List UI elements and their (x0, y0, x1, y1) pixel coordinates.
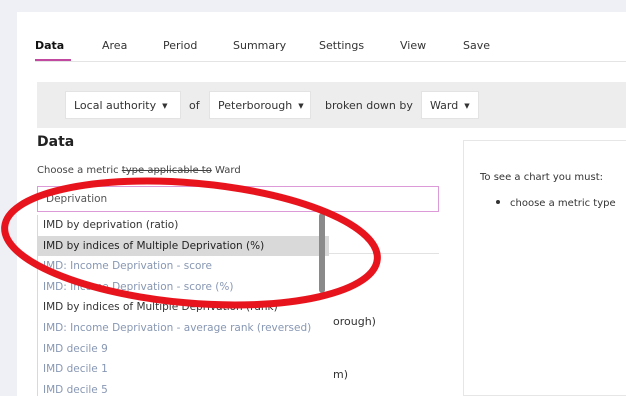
filter-bar: Local authority ▼ of Peterborough ▼ broken… (37, 82, 626, 128)
dropdown-scrollbar[interactable] (319, 213, 325, 293)
area-value: Peterborough (218, 99, 293, 112)
chevron-down-icon: ▼ (464, 102, 470, 110)
chart-requirement-label: choose a metric type (510, 198, 616, 209)
list-item[interactable]: IMD decile 5 (38, 380, 329, 396)
tab-data[interactable]: Data (35, 39, 64, 52)
obscured-text: orough) (333, 315, 376, 328)
broken-down-label: broken down by (325, 99, 413, 112)
breakdown-value: Ward (430, 99, 459, 112)
tab-view[interactable]: View (400, 39, 426, 52)
list-item[interactable]: IMD decile 9 (38, 339, 329, 360)
list-item[interactable]: IMD by indices of Multiple Deprivation (… (38, 235, 329, 257)
list-item[interactable]: IMD decile 1 (38, 359, 329, 380)
area-select[interactable]: Peterborough ▼ (209, 91, 311, 119)
list-item[interactable]: IMD: Income Deprivation - score (38, 256, 329, 277)
helper-text: Choose a metric type applicable to Ward (37, 165, 241, 176)
tab-period[interactable]: Period (163, 39, 197, 52)
tab-area[interactable]: Area (102, 39, 127, 52)
field-underline (325, 253, 439, 254)
tab-save[interactable]: Save (463, 39, 490, 52)
section-title: Data (37, 134, 75, 150)
tab-summary[interactable]: Summary (233, 39, 286, 52)
breakdown-select[interactable]: Ward ▼ (421, 91, 479, 119)
tab-settings[interactable]: Settings (319, 39, 364, 52)
chevron-down-icon: ▼ (162, 102, 168, 110)
metric-search-input[interactable]: Deprivation (37, 186, 439, 212)
list-item[interactable]: IMD by deprivation (ratio) (38, 215, 329, 236)
chart-hint: To see a chart you must: (480, 172, 604, 183)
tab-bar: Data Area Period Summary Settings View S… (17, 12, 626, 64)
chevron-down-icon: ▼ (298, 102, 304, 110)
list-item[interactable]: IMD by indices of Multiple Deprivation (… (38, 297, 329, 318)
chart-requirement: choose a metric type (496, 198, 616, 209)
main-card: Data Area Period Summary Settings View S… (17, 12, 626, 396)
helper-prefix: Choose a metric (37, 165, 122, 176)
list-item[interactable]: IMD: Income Deprivation - score (%) (38, 277, 329, 298)
of-label: of (189, 99, 200, 112)
helper-suffix: Ward (211, 165, 241, 176)
list-item[interactable]: IMD: Income Deprivation - average rank (… (38, 318, 329, 339)
tab-divider (35, 61, 626, 62)
metric-dropdown-list: IMD by deprivation (ratio) IMD by indice… (37, 215, 329, 396)
helper-strike: type applicable to (121, 165, 212, 176)
obscured-text: m) (333, 368, 349, 381)
area-type-select[interactable]: Local authority ▼ (65, 91, 181, 119)
area-type-value: Local authority (74, 99, 157, 112)
bullet-icon (496, 200, 500, 204)
